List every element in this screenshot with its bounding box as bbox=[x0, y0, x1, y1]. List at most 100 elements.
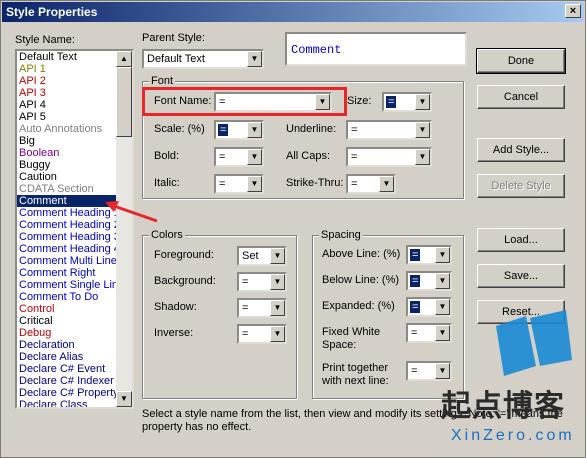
all-caps-value: = bbox=[351, 151, 358, 163]
list-item[interactable]: Comment Heading 4 bbox=[17, 243, 132, 255]
add-style-button[interactable]: Add Style... bbox=[477, 138, 565, 162]
watermark-brand: 起点博客 bbox=[441, 389, 565, 424]
bold-value: = bbox=[219, 151, 226, 163]
scroll-thumb[interactable] bbox=[116, 67, 132, 137]
italic-select[interactable]: = ▼ bbox=[214, 174, 264, 194]
fixed-white-space-value: = bbox=[411, 327, 418, 339]
chevron-down-icon[interactable]: ▼ bbox=[247, 51, 262, 67]
chevron-down-icon[interactable]: ▼ bbox=[435, 299, 450, 315]
below-line-label: Below Line: (%) bbox=[322, 274, 400, 286]
list-item[interactable]: Comment To Do bbox=[17, 291, 132, 303]
list-item[interactable]: API 5 bbox=[17, 111, 132, 123]
list-item[interactable]: Declaration bbox=[17, 339, 132, 351]
list-item[interactable]: Auto Annotations bbox=[17, 123, 132, 135]
chevron-down-icon[interactable]: ▼ bbox=[435, 247, 450, 263]
list-item[interactable]: Debug bbox=[17, 327, 132, 339]
foreground-value: Set bbox=[242, 250, 259, 262]
style-properties-dialog: Style Properties × Style Name: Default T… bbox=[0, 0, 586, 458]
underline-value: = bbox=[351, 124, 358, 136]
parent-style-label: Parent Style: bbox=[142, 32, 205, 44]
underline-select[interactable]: = ▼ bbox=[346, 120, 432, 140]
strike-thru-select[interactable]: = ▼ bbox=[346, 174, 396, 194]
annotation-highlight-box bbox=[142, 87, 347, 116]
size-select[interactable]: = ▼ bbox=[382, 92, 432, 112]
below-line-value: = bbox=[410, 275, 421, 287]
list-item[interactable]: Buggy bbox=[17, 159, 132, 171]
list-item[interactable]: Declare C# Event bbox=[17, 363, 132, 375]
chevron-down-icon[interactable]: ▼ bbox=[415, 122, 430, 138]
underline-label: Underline: bbox=[286, 123, 337, 135]
fixed-white-space-select[interactable]: = ▼ bbox=[406, 323, 452, 343]
save-button[interactable]: Save... bbox=[477, 264, 565, 288]
parent-style-value: Default Text bbox=[147, 53, 205, 65]
size-label: Size: bbox=[347, 95, 372, 107]
list-item[interactable]: Control bbox=[17, 303, 132, 315]
title-bar: Style Properties × bbox=[2, 2, 584, 22]
shadow-value: = bbox=[242, 302, 249, 314]
above-line-select[interactable]: = ▼ bbox=[406, 245, 452, 265]
below-line-select[interactable]: = ▼ bbox=[406, 271, 452, 291]
close-icon[interactable]: × bbox=[565, 4, 581, 18]
chevron-down-icon[interactable]: ▼ bbox=[379, 176, 394, 192]
parent-style-select[interactable]: Default Text ▼ bbox=[142, 49, 264, 69]
watermark-logo-icon bbox=[496, 310, 572, 376]
cancel-button[interactable]: Cancel bbox=[477, 85, 565, 109]
list-item[interactable]: API 3 bbox=[17, 87, 132, 99]
watermark-site: XinZero.com bbox=[451, 427, 575, 444]
list-item[interactable]: Comment Heading 3 bbox=[17, 231, 132, 243]
above-line-label: Above Line: (%) bbox=[322, 248, 401, 260]
chevron-down-icon[interactable]: ▼ bbox=[247, 176, 262, 192]
load-button[interactable]: Load... bbox=[477, 228, 565, 252]
list-item[interactable]: Default Text bbox=[17, 51, 132, 63]
list-item[interactable]: API 1 bbox=[17, 63, 132, 75]
list-item[interactable]: Comment Right bbox=[17, 267, 132, 279]
list-item[interactable]: API 2 bbox=[17, 75, 132, 87]
list-item[interactable]: CDATA Section bbox=[17, 183, 132, 195]
chevron-down-icon[interactable]: ▼ bbox=[270, 326, 285, 342]
italic-value: = bbox=[219, 178, 226, 190]
list-item[interactable]: Declare Alias bbox=[17, 351, 132, 363]
print-together-select[interactable]: = ▼ bbox=[406, 361, 452, 381]
chevron-down-icon[interactable]: ▼ bbox=[415, 94, 430, 110]
chevron-down-icon[interactable]: ▼ bbox=[270, 274, 285, 290]
bold-select[interactable]: = ▼ bbox=[214, 147, 264, 167]
scale-select[interactable]: = ▼ bbox=[214, 120, 264, 140]
style-name-list[interactable]: Default Text API 1 API 2 API 3 API 4 API 5 Aut… bbox=[15, 49, 134, 409]
fixed-white-space-label-2: Space: bbox=[322, 339, 357, 351]
scroll-up-icon[interactable]: ▲ bbox=[116, 51, 132, 67]
chevron-down-icon[interactable]: ▼ bbox=[435, 325, 450, 341]
list-item[interactable]: Declare C# Property bbox=[17, 387, 132, 399]
chevron-down-icon[interactable]: ▼ bbox=[247, 149, 262, 165]
all-caps-select[interactable]: = ▼ bbox=[346, 147, 432, 167]
delete-style-button[interactable]: Delete Style bbox=[477, 174, 565, 198]
list-item[interactable]: Comment Multi Line bbox=[17, 255, 132, 267]
list-item[interactable]: Critical bbox=[17, 315, 132, 327]
expanded-select[interactable]: = ▼ bbox=[406, 297, 452, 317]
scroll-down-icon[interactable]: ▼ bbox=[116, 391, 132, 407]
list-item[interactable]: Declare Class bbox=[17, 399, 132, 407]
done-button[interactable]: Done bbox=[476, 48, 566, 74]
chevron-down-icon[interactable]: ▼ bbox=[270, 300, 285, 316]
shadow-select[interactable]: = ▼ bbox=[237, 298, 287, 318]
chevron-down-icon[interactable]: ▼ bbox=[435, 363, 450, 379]
background-select[interactable]: = ▼ bbox=[237, 272, 287, 292]
chevron-down-icon[interactable]: ▼ bbox=[415, 149, 430, 165]
inverse-label: Inverse: bbox=[154, 327, 194, 339]
list-item[interactable]: Comment Single Line bbox=[17, 279, 132, 291]
italic-label: Italic: bbox=[154, 177, 180, 189]
list-item[interactable]: Declare C# Indexer bbox=[17, 375, 132, 387]
list-item[interactable]: API 4 bbox=[17, 99, 132, 111]
list-item[interactable]: Caution bbox=[17, 171, 132, 183]
chevron-down-icon[interactable]: ▼ bbox=[435, 273, 450, 289]
foreground-label: Foreground: bbox=[154, 249, 214, 261]
scale-value: = bbox=[218, 124, 229, 136]
chevron-down-icon[interactable]: ▼ bbox=[247, 122, 262, 138]
list-item[interactable]: Big bbox=[17, 135, 132, 147]
chevron-down-icon[interactable]: ▼ bbox=[270, 248, 285, 264]
bold-label: Bold: bbox=[154, 150, 180, 162]
print-together-value: = bbox=[411, 365, 418, 377]
foreground-select[interactable]: Set ▼ bbox=[237, 246, 287, 266]
list-item[interactable]: Boolean bbox=[17, 147, 132, 159]
list-scrollbar[interactable]: ▲ ▼ bbox=[116, 51, 132, 407]
inverse-select[interactable]: = ▼ bbox=[237, 324, 287, 344]
